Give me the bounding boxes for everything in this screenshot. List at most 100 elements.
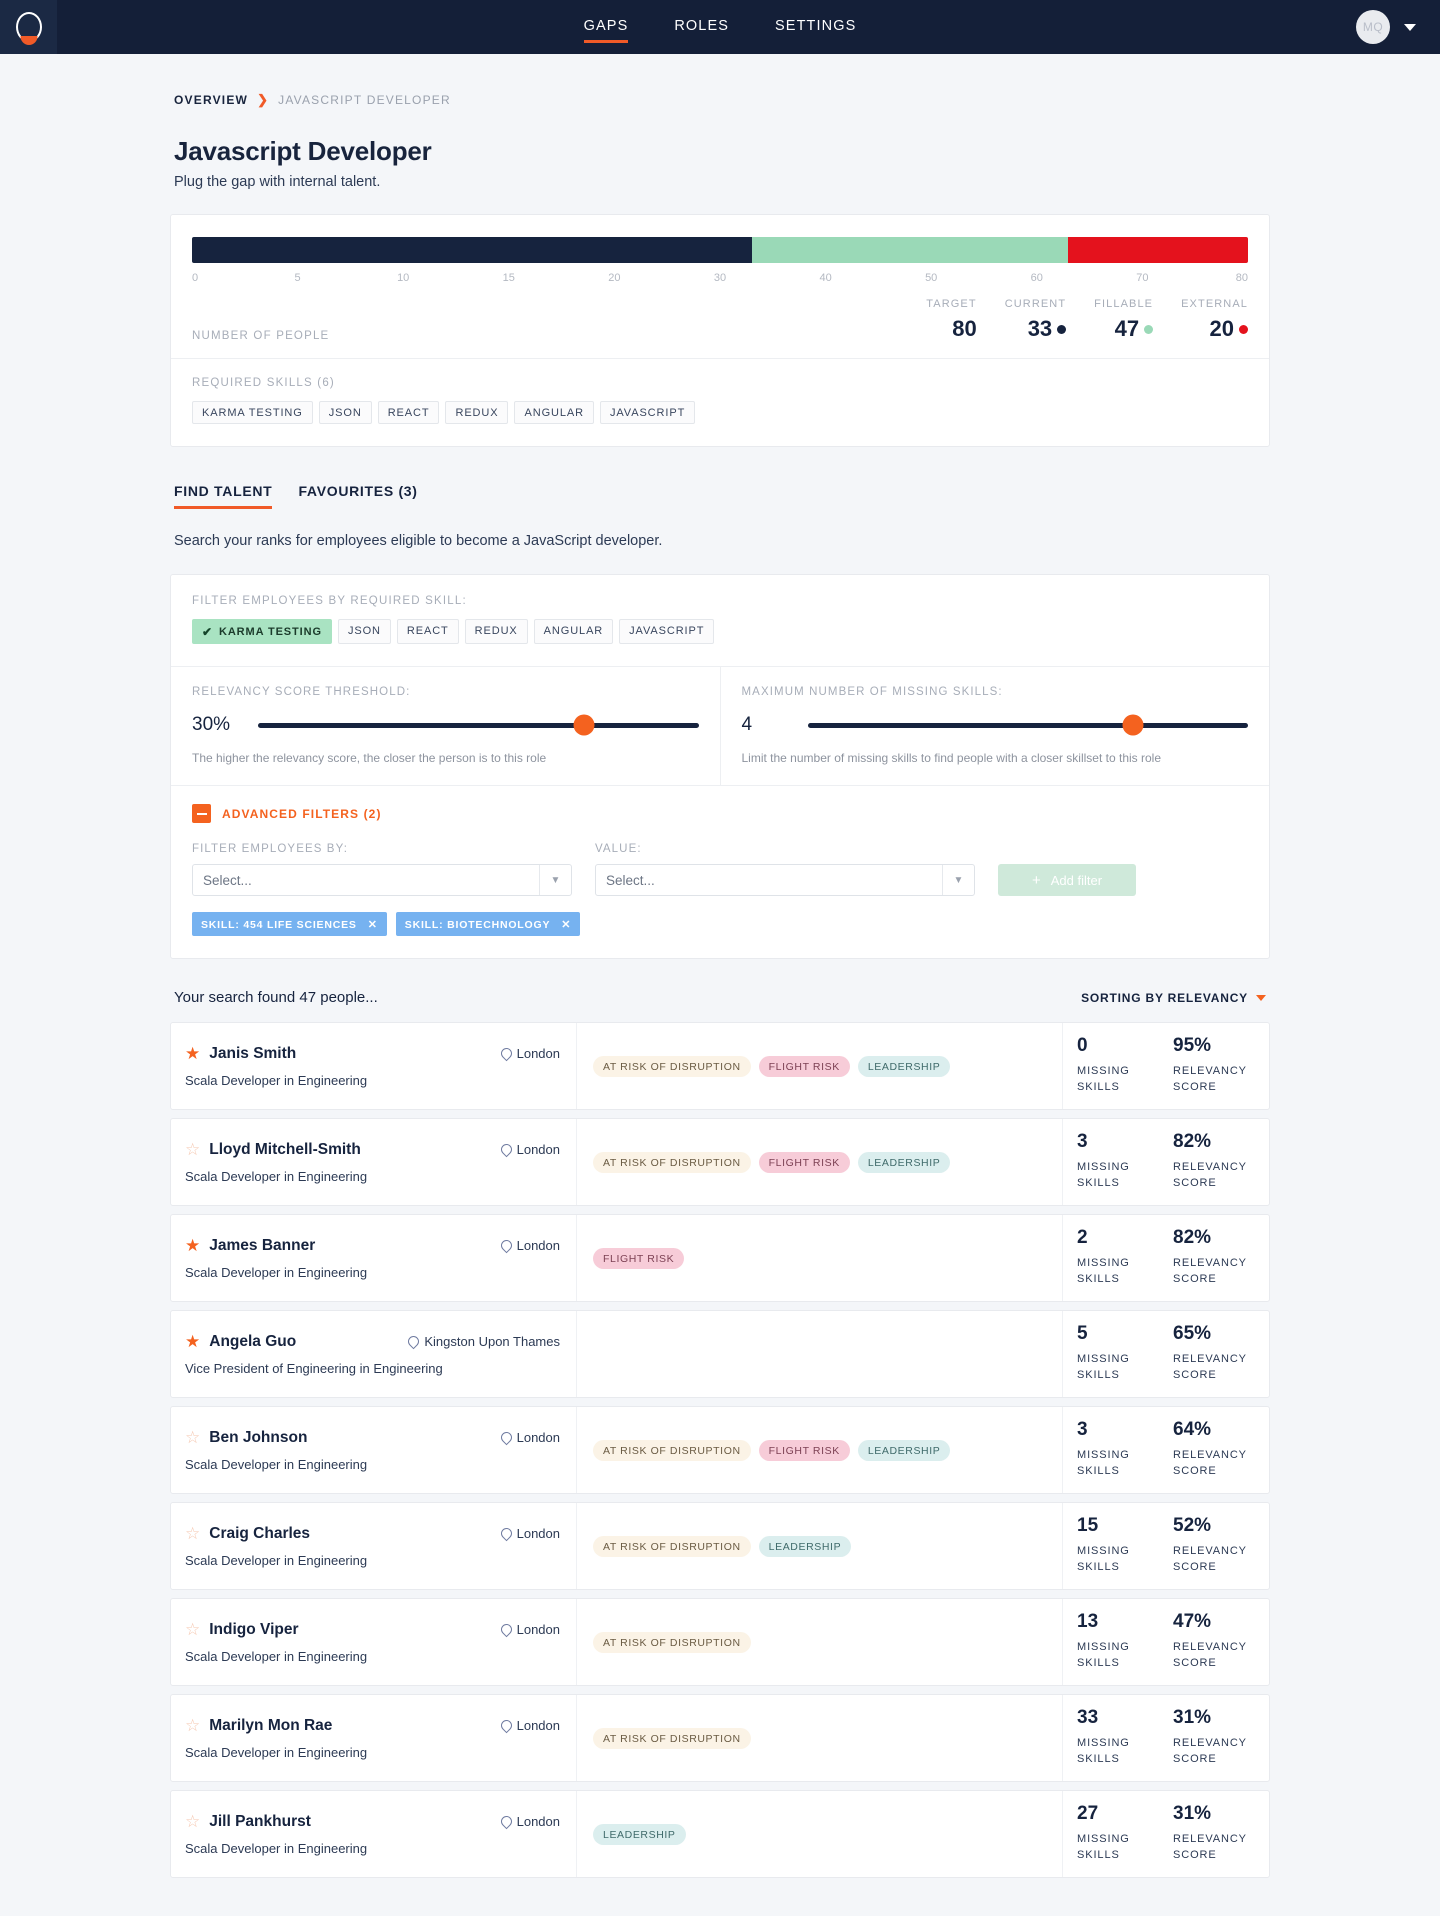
add-filter-button[interactable]: + Add filter bbox=[998, 864, 1136, 896]
person-name[interactable]: Indigo Viper bbox=[209, 1621, 298, 1639]
breadcrumb: OVERVIEW ❯ JAVASCRIPT DEVELOPER bbox=[170, 54, 1270, 108]
advanced-filters-title: ADVANCED FILTERS (2) bbox=[222, 806, 382, 821]
filter-by-label: FILTER EMPLOYEES BY: bbox=[192, 843, 348, 855]
person-name[interactable]: Jill Pankhurst bbox=[209, 1813, 311, 1831]
location-pin-icon bbox=[498, 1141, 514, 1158]
required-skill-chip[interactable]: JSON bbox=[318, 401, 372, 424]
missing-skills-label: MISSING SKILLS bbox=[1077, 1545, 1130, 1573]
missing-slider-track[interactable] bbox=[807, 714, 1248, 736]
filter-skill-chip[interactable]: ✔ KARMA TESTING bbox=[192, 619, 332, 644]
active-filter-tag-label: SKILL: 454 LIFE SCIENCES bbox=[201, 918, 357, 931]
results-count: Your search found 47 people... bbox=[174, 989, 378, 1006]
table-row[interactable]: ☆ Jill Pankhurst London Scala Developer in … bbox=[170, 1790, 1270, 1878]
favourite-star-icon[interactable]: ☆ bbox=[185, 1621, 200, 1638]
chevron-down-icon[interactable] bbox=[1404, 23, 1416, 31]
table-row[interactable]: ★ James Banner London Scala Developer in En… bbox=[170, 1214, 1270, 1302]
table-row[interactable]: ☆ Marilyn Mon Rae London Scala Developer in… bbox=[170, 1694, 1270, 1782]
page-content: OVERVIEW ❯ JAVASCRIPT DEVELOPER Javascri… bbox=[170, 54, 1270, 1916]
tab-bar: FIND TALENT FAVOURITES (3) bbox=[170, 447, 1270, 509]
gauge-tick-60: 60 bbox=[1030, 272, 1043, 284]
favourite-star-icon[interactable]: ☆ bbox=[185, 1813, 200, 1830]
table-row[interactable]: ☆ Craig Charles London Scala Developer in E… bbox=[170, 1502, 1270, 1590]
table-row[interactable]: ★ Janis Smith London Scala Developer in Eng… bbox=[170, 1022, 1270, 1110]
metrics-cell: 0 MISSING SKILLS 95% RELEVANCY SCORE bbox=[1063, 1023, 1269, 1109]
person-name[interactable]: Marilyn Mon Rae bbox=[209, 1717, 332, 1735]
filter-value-select[interactable]: Select... ▼ bbox=[595, 864, 975, 896]
person-location: London bbox=[498, 1525, 560, 1542]
required-skill-chip[interactable]: REDUX bbox=[445, 401, 509, 424]
missing-slider-thumb[interactable] bbox=[1122, 714, 1144, 736]
person-location-label: London bbox=[516, 1526, 560, 1541]
remove-filter-icon[interactable]: ✕ bbox=[561, 918, 571, 931]
person-role: Scala Developer in Engineering bbox=[185, 1840, 368, 1856]
filter-skill-chip[interactable]: REDUX bbox=[464, 619, 528, 644]
table-row[interactable]: ☆ Lloyd Mitchell-Smith London Scala Develop… bbox=[170, 1118, 1270, 1206]
person-name[interactable]: Lloyd Mitchell-Smith bbox=[209, 1141, 361, 1159]
favourite-star-icon[interactable]: ★ bbox=[185, 1045, 200, 1062]
relevancy-slider-track[interactable] bbox=[258, 714, 699, 736]
chevron-down-icon bbox=[1256, 994, 1266, 1001]
chevron-down-icon[interactable]: ▼ bbox=[942, 865, 974, 895]
person-cell: ☆ Marilyn Mon Rae London Scala Developer in… bbox=[171, 1695, 577, 1781]
stat-current-value: 33 bbox=[1005, 316, 1067, 342]
collapse-minus-icon[interactable] bbox=[192, 804, 211, 823]
gauge-segment-external bbox=[1068, 237, 1248, 263]
tab-find-talent[interactable]: FIND TALENT bbox=[174, 483, 273, 509]
table-row[interactable]: ★ Angela Guo Kingston Upon Thames Vice Pres… bbox=[170, 1310, 1270, 1398]
favourite-star-icon[interactable]: ☆ bbox=[185, 1141, 200, 1158]
person-name[interactable]: Ben Johnson bbox=[209, 1429, 307, 1447]
sorting-dropdown[interactable]: SORTING BY RELEVANCY bbox=[1081, 991, 1266, 1005]
filter-skill-chip[interactable]: ANGULAR bbox=[533, 619, 614, 644]
person-location: London bbox=[498, 1813, 560, 1830]
missing-skills-value: 15 bbox=[1077, 1515, 1099, 1536]
favourite-star-icon[interactable]: ★ bbox=[185, 1333, 200, 1350]
missing-skills-value: 5 bbox=[1077, 1323, 1088, 1344]
missing-skills-label: MISSING SKILLS bbox=[1077, 1833, 1130, 1861]
tab-favourites[interactable]: FAVOURITES (3) bbox=[298, 483, 417, 509]
missing-skills-label: MISSING SKILLS bbox=[1077, 1065, 1130, 1093]
missing-skills-value-metric: 33 MISSING SKILLS bbox=[1077, 1707, 1173, 1769]
person-header: ☆ Jill Pankhurst London bbox=[185, 1813, 560, 1831]
person-cell: ☆ Craig Charles London Scala Developer in E… bbox=[171, 1503, 577, 1589]
nav-link-settings[interactable]: SETTINGS bbox=[773, 12, 858, 43]
required-skill-chip[interactable]: KARMA TESTING bbox=[192, 401, 313, 424]
person-location-label: London bbox=[516, 1430, 560, 1445]
table-row[interactable]: ☆ Indigo Viper London Scala Developer in En… bbox=[170, 1598, 1270, 1686]
avatar[interactable]: MQ bbox=[1356, 10, 1390, 44]
filter-skill-chip[interactable]: JAVASCRIPT bbox=[619, 619, 715, 644]
relevancy-score-value-metric: 31% RELEVANCY SCORE bbox=[1173, 1707, 1269, 1769]
favourite-star-icon[interactable]: ★ bbox=[185, 1237, 200, 1254]
required-skill-chip[interactable]: REACT bbox=[377, 401, 440, 424]
relevancy-slider-thumb[interactable] bbox=[573, 714, 595, 736]
person-name[interactable]: Janis Smith bbox=[209, 1045, 296, 1063]
remove-filter-icon[interactable]: ✕ bbox=[368, 918, 378, 931]
status-badge: AT RISK OF DISRUPTION bbox=[593, 1055, 751, 1077]
favourite-star-icon[interactable]: ☆ bbox=[185, 1429, 200, 1446]
required-skill-chip-list: KARMA TESTING JSON REACT REDUX ANGULAR JAVASC… bbox=[192, 401, 1248, 424]
filter-skill-chip[interactable]: REACT bbox=[396, 619, 459, 644]
required-skill-chip[interactable]: JAVASCRIPT bbox=[599, 401, 696, 424]
missing-skills-value-metric: 27 MISSING SKILLS bbox=[1077, 1803, 1173, 1865]
filter-skill-chip[interactable]: JSON bbox=[337, 619, 391, 644]
person-name[interactable]: James Banner bbox=[209, 1237, 315, 1255]
person-name[interactable]: Craig Charles bbox=[209, 1525, 310, 1543]
person-name[interactable]: Angela Guo bbox=[209, 1333, 296, 1351]
required-skill-chip[interactable]: ANGULAR bbox=[514, 401, 594, 424]
nav-link-roles[interactable]: ROLES bbox=[672, 12, 731, 43]
table-row[interactable]: ☆ Ben Johnson London Scala Developer in Eng… bbox=[170, 1406, 1270, 1494]
advanced-filters-header[interactable]: ADVANCED FILTERS (2) bbox=[192, 804, 1248, 823]
missing-skills-value-metric: 2 MISSING SKILLS bbox=[1077, 1227, 1173, 1289]
missing-skills-label: MISSING SKILLS bbox=[1077, 1257, 1130, 1285]
relevancy-score-value-metric: 95% RELEVANCY SCORE bbox=[1173, 1035, 1269, 1097]
breadcrumb-overview[interactable]: OVERVIEW bbox=[174, 93, 248, 107]
chevron-down-icon[interactable]: ▼ bbox=[539, 865, 571, 895]
missing-skills-label: MISSING SKILLS bbox=[1077, 1449, 1130, 1477]
nav-link-gaps[interactable]: GAPS bbox=[582, 12, 631, 43]
stat-fillable-label: FILLABLE bbox=[1094, 298, 1154, 310]
filter-by-select[interactable]: Select... ▼ bbox=[192, 864, 572, 896]
missing-skills-label: MISSING SKILLS bbox=[1077, 1641, 1130, 1669]
favourite-star-icon[interactable]: ☆ bbox=[185, 1717, 200, 1734]
favourite-star-icon[interactable]: ☆ bbox=[185, 1525, 200, 1542]
person-header: ☆ Indigo Viper London bbox=[185, 1621, 560, 1639]
metrics-cell: 3 MISSING SKILLS 64% RELEVANCY SCORE bbox=[1063, 1407, 1269, 1493]
